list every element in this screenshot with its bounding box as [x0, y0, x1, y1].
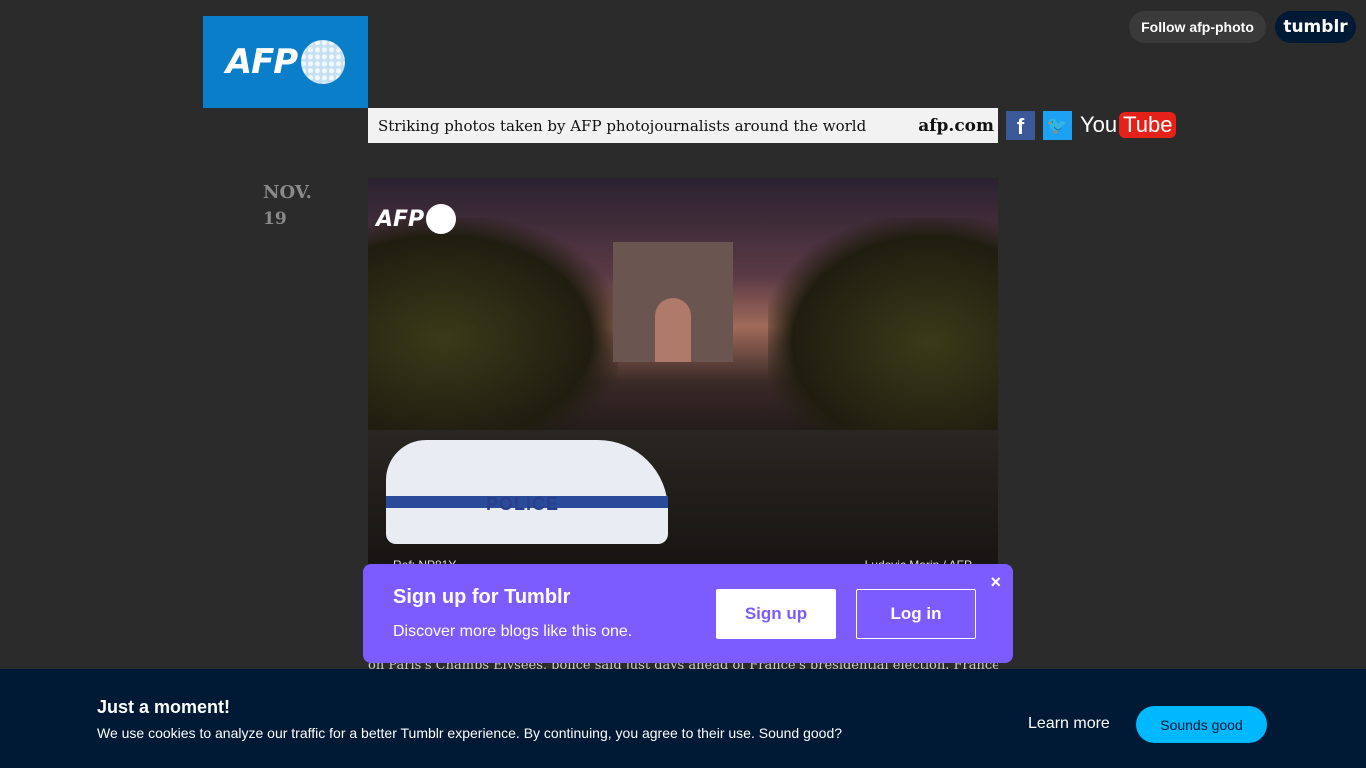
photo-watermark-text: AFP — [376, 206, 425, 232]
afp-logo-text: AFP — [225, 42, 298, 82]
signup-title: Sign up for Tumblr — [393, 586, 571, 608]
post-date-month: NOV. — [263, 182, 312, 203]
cookie-title: Just a moment! — [97, 697, 231, 717]
sounds-good-button[interactable]: Sounds good — [1136, 706, 1267, 743]
afp-logo[interactable]: AFP — [203, 16, 368, 108]
photo-afp-watermark: AFP — [376, 204, 457, 234]
afp-site-link[interactable]: afp.com — [918, 116, 994, 136]
photo-trees-left — [368, 218, 618, 458]
follow-button[interactable]: Follow afp-photo — [1129, 11, 1266, 43]
tumblr-logo[interactable]: tumblr — [1275, 11, 1356, 43]
tagline-text: Striking photos taken by AFP photojourna… — [378, 116, 867, 135]
twitter-icon[interactable]: 🐦 — [1043, 111, 1072, 140]
learn-more-link[interactable]: Learn more — [1028, 715, 1110, 733]
photo-police-car — [386, 440, 668, 544]
post-photo[interactable]: POLICE AFP Ref: NP81Y Ludovic Marin / AF… — [368, 178, 998, 570]
cookie-message: We use cookies to analyze our traffic fo… — [97, 725, 843, 741]
globe-icon — [301, 40, 346, 84]
facebook-icon[interactable]: f — [1006, 111, 1035, 140]
signup-popup: Sign up for Tumblr Discover more blogs l… — [363, 564, 1013, 663]
close-icon[interactable]: × — [990, 572, 1001, 593]
signup-subtitle: Discover more blogs like this one. — [393, 623, 633, 640]
post-date-day: 19 — [263, 209, 287, 229]
post-date: NOV. 19 — [263, 180, 312, 232]
cookie-banner: Just a moment! We use cookies to analyze… — [0, 669, 1366, 768]
photo-police-label: POLICE — [486, 494, 560, 514]
youtube-icon-tube: Tube — [1119, 112, 1177, 138]
globe-icon — [426, 204, 457, 234]
login-button[interactable]: Log in — [856, 589, 976, 639]
youtube-icon-you: You — [1080, 112, 1118, 137]
tagline-bar: Striking photos taken by AFP photojourna… — [368, 108, 998, 143]
signup-button[interactable]: Sign up — [716, 589, 836, 639]
youtube-icon[interactable]: You Tube — [1080, 110, 1177, 140]
photo-arc-de-triomphe — [613, 242, 733, 362]
